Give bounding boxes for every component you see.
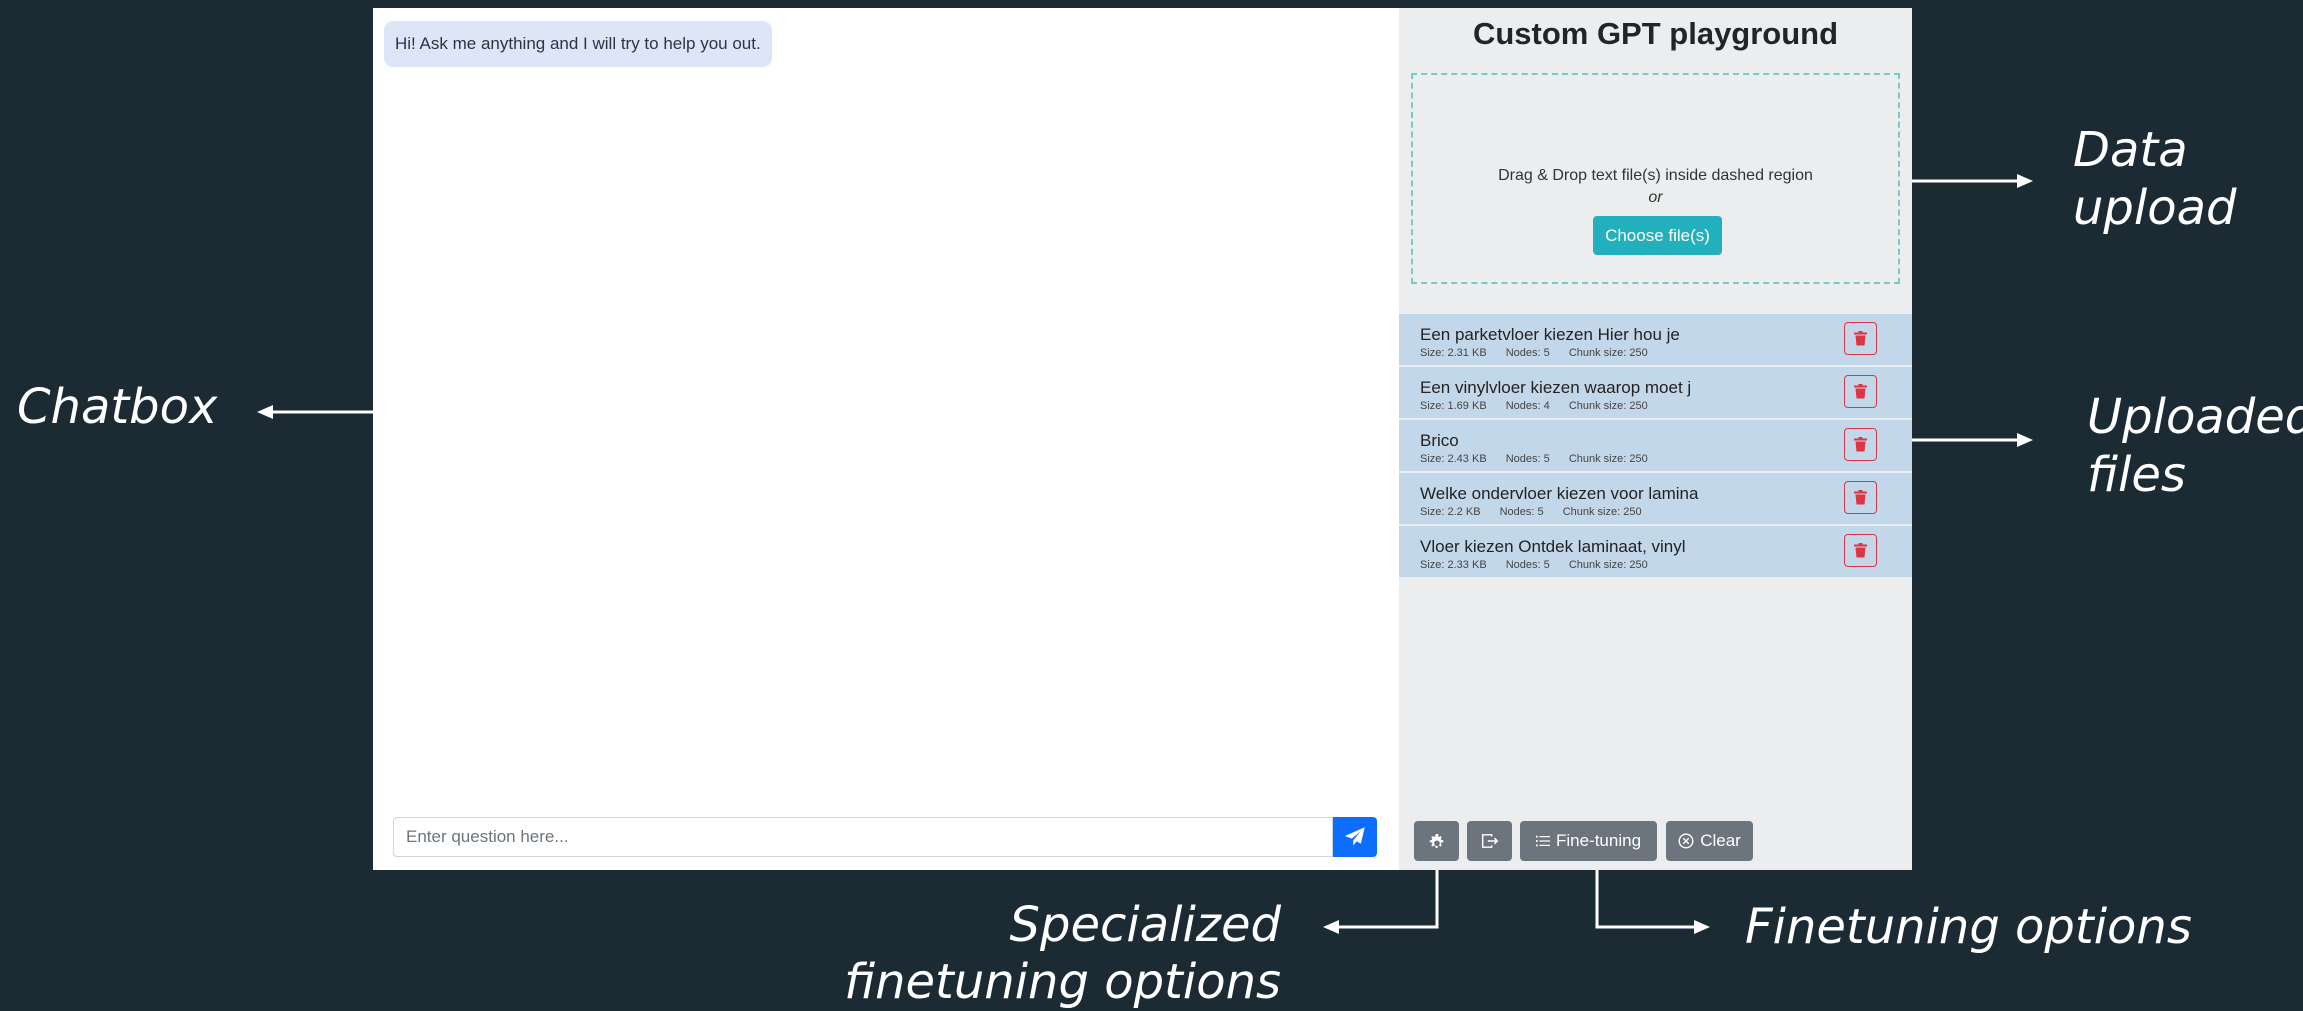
gear-icon [1429,833,1443,849]
box-arrow-right-icon [1481,834,1498,848]
arrow-finetuning [1595,869,1710,934]
page-title: Custom GPT playground [1472,16,1839,51]
file-nodes: Nodes: 5 [1505,453,1550,465]
file-size: Size: 2.31 KB [1420,347,1487,359]
annotation-specialized-2: finetuning options [844,954,1281,1010]
question-input-group [393,817,1397,857]
annotation-chatbox: Chatbox [17,379,218,435]
file-chunk-size: Chunk size: 250 [1562,506,1642,518]
dropzone-instruction: Drag & Drop text file(s) inside dashed r… [1498,167,1813,184]
file-item: Een parketvloer kiezen Hier hou je Size:… [1399,314,1912,365]
fine-tuning-label: Fine-tuning [1555,831,1642,850]
annotation-specialized-1: Specialized [1009,897,1281,953]
annotation-finetuning: Finetuning options [1745,899,2192,955]
file-meta: Size: 2.43 KB Nodes: 5 Chunk size: 250 [1420,453,1664,465]
chat-panel: Hi! Ask me anything and I will try to he… [373,8,1399,870]
dropzone-or: or [1648,189,1663,206]
arrow-specialized [1323,869,1439,934]
send-icon [1345,827,1365,846]
file-nodes: Nodes: 5 [1499,506,1544,518]
file-size: Size: 2.2 KB [1420,506,1481,518]
file-size: Size: 2.43 KB [1420,453,1487,465]
arrow-chatbox [257,405,375,419]
clear-button[interactable]: Clear [1666,821,1753,861]
trash-icon [1854,384,1867,399]
annotation-uploaded-files-2: files [2087,447,2186,503]
side-panel: Custom GPT playground Drag & Drop text f… [1399,8,1912,870]
fine-tuning-button[interactable]: Fine-tuning [1520,821,1657,861]
file-meta: Size: 2.33 KB Nodes: 5 Chunk size: 250 [1420,559,1664,571]
file-item: Welke ondervloer kiezen voor lamina Size… [1399,473,1912,524]
choose-files-button[interactable]: Choose file(s) [1593,216,1722,255]
question-input[interactable] [393,817,1333,857]
app-window: Hi! Ask me anything and I will try to he… [373,8,1912,870]
annotation-data-upload-2: upload [2073,180,2237,236]
file-chunk-size: Chunk size: 250 [1568,559,1648,571]
trash-icon [1854,331,1867,346]
file-dropzone[interactable]: Drag & Drop text file(s) inside dashed r… [1411,73,1900,284]
file-meta: Size: 1.69 KB Nodes: 4 Chunk size: 250 [1420,400,1664,412]
file-size: Size: 2.33 KB [1420,559,1487,571]
file-item: Een vinylvloer kiezen waarop moet j Size… [1399,367,1912,418]
file-item: Brico Size: 2.43 KB Nodes: 5 Chunk size:… [1399,420,1912,471]
delete-file-button[interactable] [1844,322,1877,355]
file-nodes: Nodes: 5 [1505,347,1550,359]
file-name: Welke ondervloer kiezen voor lamina [1420,484,1699,503]
file-item: Vloer kiezen Ontdek laminaat, vinyl Size… [1399,526,1912,577]
send-button[interactable] [1333,817,1377,857]
file-size: Size: 1.69 KB [1420,400,1487,412]
arrow-data-upload [1910,174,2033,188]
delete-file-button[interactable] [1844,428,1877,461]
file-nodes: Nodes: 4 [1505,400,1550,412]
clear-label: Clear [1700,831,1741,850]
file-chunk-size: Chunk size: 250 [1568,347,1648,359]
annotation-uploaded-files-1: Uploaded [2087,389,2303,445]
file-name: Vloer kiezen Ontdek laminaat, vinyl [1420,537,1686,556]
file-meta: Size: 2.31 KB Nodes: 5 Chunk size: 250 [1420,347,1664,359]
export-button[interactable] [1467,821,1512,861]
delete-file-button[interactable] [1844,534,1877,567]
delete-file-button[interactable] [1844,375,1877,408]
file-name: Brico [1420,431,1459,450]
arrow-uploaded-files [1910,433,2033,447]
uploaded-files-list: Een parketvloer kiezen Hier hou je Size:… [1399,314,1912,579]
trash-icon [1854,543,1867,558]
annotation-data-upload-1: Data [2073,122,2188,178]
delete-file-button[interactable] [1844,481,1877,514]
file-name: Een vinylvloer kiezen waarop moet j [1420,378,1692,397]
file-meta: Size: 2.2 KB Nodes: 5 Chunk size: 250 [1420,506,1658,518]
trash-icon [1854,437,1867,452]
file-chunk-size: Chunk size: 250 [1568,453,1648,465]
file-name: Een parketvloer kiezen Hier hou je [1420,325,1680,344]
trash-icon [1854,490,1867,505]
file-chunk-size: Chunk size: 250 [1568,400,1648,412]
file-nodes: Nodes: 5 [1505,559,1550,571]
bot-welcome-message: Hi! Ask me anything and I will try to he… [384,21,772,67]
list-icon [1535,835,1550,847]
x-circle-icon [1678,833,1694,849]
settings-button[interactable] [1414,821,1459,861]
